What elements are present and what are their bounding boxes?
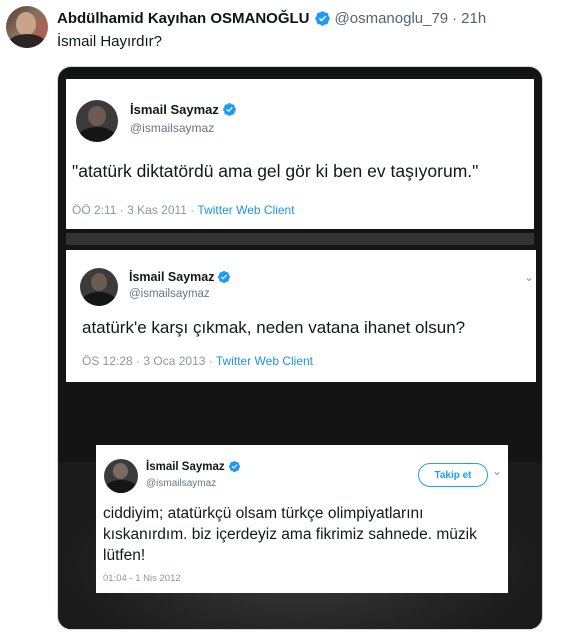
chevron-down-icon: ⌄	[524, 270, 535, 284]
card-avatar	[76, 100, 118, 142]
tweet-header: Abdülhamid Kayıhan OSMANOĞLU @osmanoglu_…	[57, 8, 486, 28]
embedded-tweet-card-1: İsmail Saymaz @ismailsaymaz "atatürk dik…	[66, 79, 534, 229]
card-tweet-meta: ÖÖ 2:11 · 3 Kas 2011 · Twitter Web Clien…	[72, 203, 295, 217]
card-author-name: İsmail Saymaz	[146, 460, 241, 473]
separator-dot: ·	[452, 9, 458, 27]
image-divider	[66, 233, 534, 245]
tweet-media-image[interactable]: İsmail Saymaz @ismailsaymaz "atatürk dik…	[57, 66, 543, 630]
card-tweet-text: ciddiyim; atatürkçü olsam türkçe olimpiy…	[103, 505, 477, 564]
embedded-tweet-card-3: İsmail Saymaz @ismailsaymaz Takip et ⌄ c…	[96, 445, 508, 593]
card-author-handle: @ismailsaymaz	[129, 288, 210, 300]
card-author-name: İsmail Saymaz	[129, 270, 231, 284]
card-avatar	[80, 268, 118, 306]
card-author-name: İsmail Saymaz	[130, 102, 237, 117]
verified-badge-icon	[228, 460, 240, 473]
verified-badge-icon	[218, 271, 231, 283]
card-tweet-meta: 01:04 - 1 Nis 2012	[103, 573, 181, 584]
card-tweet-text: "atatürk diktatördü ama gel gör ki ben e…	[72, 161, 479, 181]
card-tweet-text: atatürk'e karşı çıkmak, neden vatana iha…	[82, 318, 466, 337]
author-avatar[interactable]	[6, 6, 48, 48]
card-author-handle: @ismailsaymaz	[146, 478, 217, 489]
follow-button: Takip et	[418, 463, 488, 487]
card-author-handle: @ismailsaymaz	[130, 121, 215, 135]
avatar-body	[8, 34, 46, 48]
avatar-face	[16, 12, 36, 36]
tweet-text: İsmail Hayırdır?	[57, 33, 163, 50]
chevron-down-icon: ⌄	[492, 464, 503, 478]
embedded-tweet-card-2: İsmail Saymaz @ismailsaymaz ⌄ atatürk'e …	[66, 250, 536, 382]
author-name[interactable]: Abdülhamid Kayıhan OSMANOĞLU	[57, 10, 310, 27]
card-avatar	[104, 459, 138, 493]
tweet-timestamp[interactable]: 21h	[461, 10, 486, 27]
author-handle[interactable]: @osmanoglu_79	[335, 10, 449, 27]
verified-badge-icon	[314, 10, 331, 27]
card-tweet-meta: ÖS 12:28 · 3 Oca 2013 · Twitter Web Clie…	[82, 354, 314, 368]
verified-badge-icon	[222, 103, 236, 116]
